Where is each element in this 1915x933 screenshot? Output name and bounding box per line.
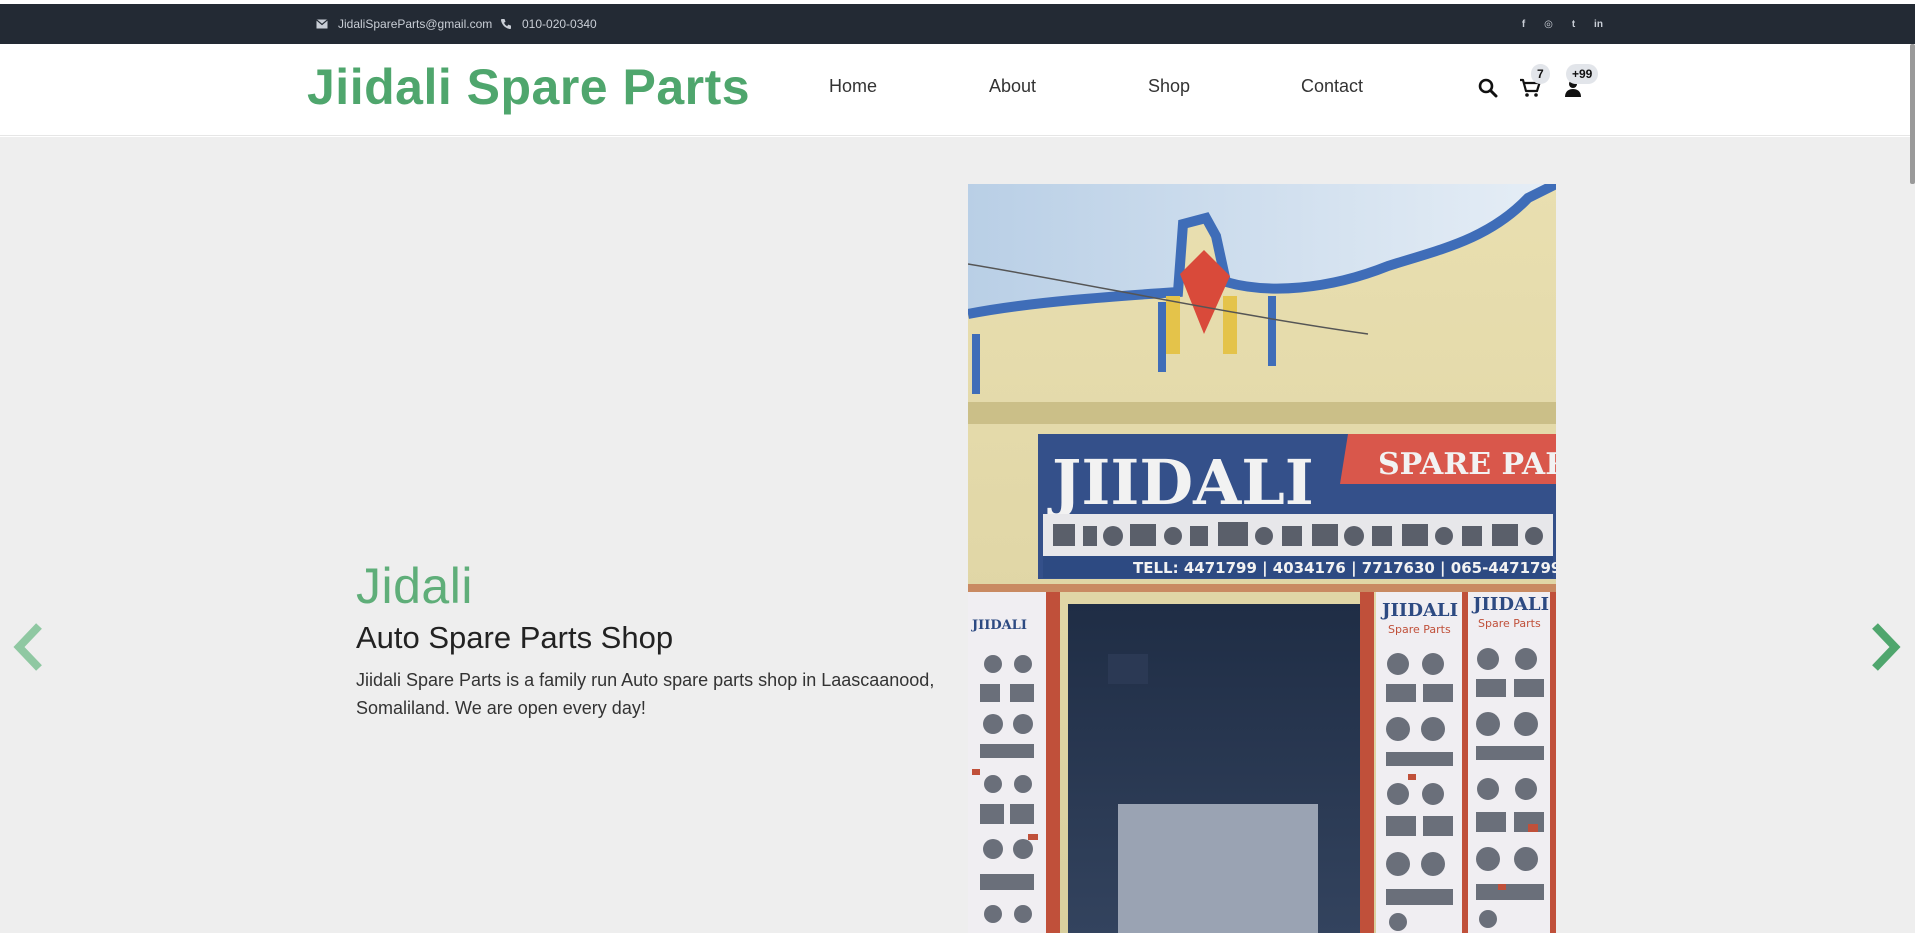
hero-title: Jidali [356, 558, 473, 614]
poster-title-c: JIIDALI [971, 618, 1027, 633]
email-text: JidaliSpareParts@gmail.com [338, 17, 493, 31]
facebook-icon[interactable]: f [1511, 19, 1536, 30]
nav-home[interactable]: Home [829, 76, 877, 97]
poster-subtitle-b: Spare Parts [1478, 617, 1541, 630]
phone-icon [500, 19, 511, 30]
twitter-icon[interactable]: t [1561, 19, 1586, 30]
nav-about[interactable]: About [989, 76, 1036, 97]
shop-front-photo: JIIDALI SPARE PART TELL: 4471799 | 40341… [968, 184, 1556, 933]
envelope-icon [316, 19, 328, 29]
poster-title-a: JIIDALI [1380, 600, 1458, 621]
linkedin-icon[interactable]: in [1586, 19, 1611, 30]
poster-title-b: JIIDALI [1471, 594, 1549, 615]
instagram-icon[interactable]: ◎ [1536, 19, 1561, 30]
poster-subtitle-a: Spare Parts [1388, 623, 1451, 636]
hero-carousel: Jidali Auto Spare Parts Shop Jiidali Spa… [0, 137, 1915, 933]
chevron-left-icon [13, 623, 42, 671]
nav-contact[interactable]: Contact [1301, 76, 1363, 97]
sign-phones: TELL: 4471799 | 4034176 | 7717630 | 065-… [1133, 559, 1556, 578]
sign-name: JIIDALI [1047, 446, 1314, 519]
notification-count-badge: +99 [1566, 64, 1599, 84]
phone-contact[interactable]: 010-020-0340 [500, 4, 597, 44]
carousel-next-button[interactable] [1866, 617, 1906, 677]
page-scrollbar[interactable] [1910, 44, 1915, 184]
email-contact[interactable]: JidaliSpareParts@gmail.com [316, 4, 492, 44]
phone-text: 010-020-0340 [522, 17, 597, 31]
site-header: Jiidali Spare Parts Home About Shop Cont… [0, 44, 1915, 136]
hero-subtitle: Auto Spare Parts Shop [356, 620, 674, 655]
site-logo[interactable]: Jiidali Spare Parts [307, 58, 750, 116]
social-links: f ◎ t in [1511, 4, 1611, 44]
search-icon [1478, 78, 1498, 98]
shop-front-illustration: JIIDALI SPARE PART TELL: 4471799 | 40341… [968, 184, 1556, 933]
cart-count-badge: 7 [1531, 64, 1550, 84]
chevron-right-icon [1872, 623, 1901, 671]
top-contact-bar: JidaliSpareParts@gmail.com 010-020-0340 … [0, 4, 1915, 44]
sign-tag: SPARE PART [1378, 447, 1556, 482]
nav-shop[interactable]: Shop [1148, 76, 1190, 97]
hero-description: Jiidali Spare Parts is a family run Auto… [356, 670, 935, 718]
search-button[interactable] [1476, 76, 1500, 100]
carousel-prev-button[interactable] [8, 617, 48, 677]
